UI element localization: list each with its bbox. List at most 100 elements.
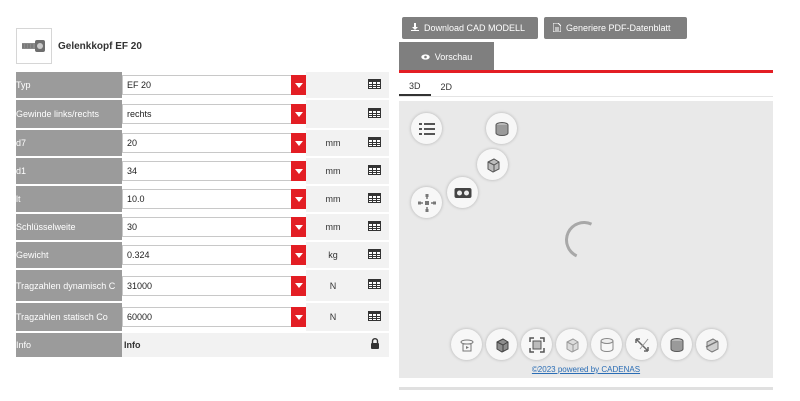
param-row: Typ EF 20 — [16, 72, 389, 98]
param-select[interactable]: 10.0 — [122, 189, 306, 209]
generate-pdf-label: Generiere PDF-Datenblatt — [566, 23, 671, 33]
param-row: lt 10.0 mm — [16, 186, 389, 212]
rotate-play-icon[interactable] — [451, 329, 482, 360]
param-tool-cell — [360, 242, 389, 268]
dropdown-arrow-icon[interactable] — [291, 275, 306, 296]
param-value-cell: 34 — [122, 158, 306, 184]
wireframe-cube-icon[interactable] — [556, 329, 587, 360]
param-value-cell: rechts — [122, 100, 306, 128]
tab-underline — [399, 70, 773, 73]
param-tool-cell — [360, 186, 389, 212]
param-row: d1 34 mm — [16, 158, 389, 184]
param-value-cell: EF 20 — [122, 72, 306, 98]
cube-view-icon[interactable] — [477, 149, 508, 180]
generate-pdf-button[interactable]: Generiere PDF-Datenblatt — [544, 17, 687, 39]
table-icon[interactable] — [368, 310, 381, 324]
param-tool-cell — [360, 303, 389, 331]
download-icon — [411, 23, 419, 33]
param-unit: kg — [306, 242, 360, 268]
viewer-divider — [399, 387, 773, 390]
param-unit: N — [306, 303, 360, 331]
param-select[interactable]: 31000 — [122, 275, 306, 296]
param-value-cell: 30 — [122, 214, 306, 240]
param-unit: mm — [306, 186, 360, 212]
param-select-value: rechts — [127, 109, 152, 119]
param-select[interactable]: 20 — [122, 133, 306, 153]
lock-icon — [370, 338, 380, 352]
dropdown-arrow-icon[interactable] — [291, 133, 306, 153]
param-select-value: 31000 — [127, 280, 153, 291]
param-row: Schlüsselweite 30 mm — [16, 214, 389, 240]
solid-cylinder-icon[interactable] — [661, 329, 692, 360]
3d-viewer[interactable]: ©2023 powered by CADENAS — [399, 101, 773, 378]
cylinder-outline-icon[interactable] — [591, 329, 622, 360]
tab-3d-label: 3D — [409, 80, 421, 91]
param-select-value: 30 — [127, 222, 138, 232]
parameter-table: Typ EF 20 Gewinde links/rechts rechts d7 20 mm… — [16, 70, 389, 359]
download-cad-button[interactable]: Download CAD MODELL — [402, 17, 538, 39]
param-label: Gewicht — [16, 242, 122, 268]
explode-view-icon[interactable] — [411, 187, 442, 218]
param-select[interactable]: 0.324 — [122, 245, 306, 265]
product-title: Gelenkkopf EF 20 — [58, 40, 142, 52]
eye-icon — [421, 52, 430, 62]
table-icon[interactable] — [368, 78, 381, 92]
table-icon[interactable] — [368, 107, 381, 121]
vr-goggles-icon[interactable] — [447, 177, 478, 208]
table-icon[interactable] — [368, 164, 381, 178]
table-icon[interactable] — [368, 220, 381, 234]
table-icon[interactable] — [368, 136, 381, 150]
param-unit — [306, 72, 360, 98]
cylinder-view-icon[interactable] — [486, 113, 517, 144]
table-icon[interactable] — [368, 248, 381, 262]
param-tool-cell — [360, 270, 389, 301]
dropdown-arrow-icon[interactable] — [291, 161, 306, 181]
dropdown-arrow-icon[interactable] — [291, 189, 306, 209]
document-icon — [552, 22, 562, 34]
param-label: Schlüsselweite — [16, 214, 122, 240]
param-select[interactable]: rechts — [122, 104, 306, 124]
list-menu-icon[interactable] — [411, 113, 442, 144]
measure-icon[interactable] — [626, 329, 657, 360]
powered-by-link[interactable]: ©2023 powered by CADENAS — [399, 365, 773, 374]
tab-2d[interactable]: 2D — [431, 77, 463, 96]
param-tool-cell — [360, 72, 389, 98]
param-select-value: 20 — [127, 138, 138, 148]
param-select[interactable]: 60000 — [122, 307, 306, 327]
param-select[interactable]: 34 — [122, 161, 306, 181]
param-value-cell: 10.0 — [122, 186, 306, 212]
table-icon[interactable] — [368, 192, 381, 206]
section-cut-icon[interactable] — [696, 329, 727, 360]
param-value-cell: 60000 — [122, 303, 306, 331]
shaded-view-icon[interactable] — [486, 329, 517, 360]
param-select[interactable]: 30 — [122, 217, 306, 237]
param-label: Tragzahlen statisch Co — [16, 303, 122, 331]
param-row: Tragzahlen dynamisch C 31000 N — [16, 270, 389, 301]
param-label: Typ — [16, 72, 122, 98]
dropdown-arrow-icon[interactable] — [291, 75, 306, 95]
dropdown-arrow-icon[interactable] — [291, 104, 306, 124]
dropdown-arrow-icon[interactable] — [291, 245, 306, 265]
tab-preview-label: Vorschau — [434, 51, 473, 62]
param-tool-cell — [360, 130, 389, 156]
fit-to-screen-icon[interactable] — [521, 329, 552, 360]
product-thumbnail — [16, 28, 52, 64]
download-cad-label: Download CAD MODELL — [424, 23, 526, 33]
param-tool-cell — [360, 100, 389, 128]
view-subtabs: 3D 2D — [399, 77, 773, 97]
param-unit: mm — [306, 158, 360, 184]
dropdown-arrow-icon[interactable] — [291, 307, 306, 327]
tab-preview[interactable]: Vorschau — [399, 42, 494, 71]
param-select[interactable]: EF 20 — [122, 75, 306, 95]
param-row: Gewicht 0.324 kg — [16, 242, 389, 268]
param-row: d7 20 mm — [16, 130, 389, 156]
param-tool-cell — [360, 158, 389, 184]
param-unit — [306, 333, 360, 357]
param-row: Info Info — [16, 333, 389, 357]
loading-spinner-icon — [559, 215, 609, 265]
table-icon[interactable] — [368, 279, 381, 292]
param-tool-cell — [360, 214, 389, 240]
dropdown-arrow-icon[interactable] — [291, 217, 306, 237]
param-select-value: EF 20 — [127, 80, 152, 90]
tab-3d[interactable]: 3D — [399, 77, 431, 96]
